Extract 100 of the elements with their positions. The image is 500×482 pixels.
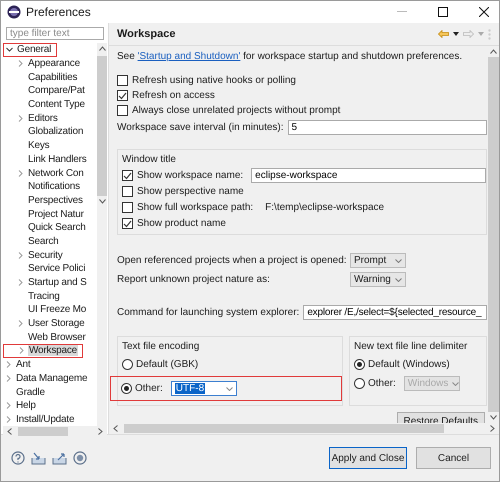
tree-item[interactable]: UI Freeze Mo bbox=[27, 304, 88, 316]
tree-item[interactable]: Quick Search bbox=[27, 222, 87, 234]
checkbox[interactable] bbox=[122, 202, 133, 213]
dropdown-icon[interactable] bbox=[453, 32, 459, 36]
tree-item[interactable]: Workspace bbox=[28, 345, 78, 356]
scroll-down-icon[interactable] bbox=[98, 199, 106, 204]
tree-item[interactable]: Ant bbox=[15, 359, 32, 370]
collapsed-chevron-icon[interactable] bbox=[5, 416, 12, 423]
checkbox[interactable] bbox=[122, 170, 133, 181]
workspace-path: F:\temp\eclipse-workspace bbox=[265, 202, 384, 213]
collapsed-chevron-icon[interactable] bbox=[17, 170, 24, 177]
collapsed-chevron-icon[interactable] bbox=[5, 374, 12, 382]
checkbox[interactable] bbox=[117, 90, 128, 101]
dropdown[interactable]: Prompt bbox=[350, 253, 406, 268]
tree-item[interactable]: Keys bbox=[27, 140, 50, 152]
tree-item[interactable]: Perspectives bbox=[27, 194, 84, 206]
close-icon[interactable] bbox=[479, 7, 489, 17]
tree-item[interactable]: Search bbox=[27, 236, 60, 247]
checkbox[interactable] bbox=[117, 105, 128, 116]
workspace-name-field[interactable]: eclipse-workspace bbox=[251, 168, 486, 183]
collapsed-chevron-icon[interactable] bbox=[5, 361, 12, 368]
tree-item[interactable]: Capabilities bbox=[27, 72, 78, 83]
collapsed-chevron-icon[interactable] bbox=[17, 114, 24, 122]
scroll-down-icon[interactable] bbox=[490, 415, 496, 420]
scroll-right-icon[interactable] bbox=[98, 428, 103, 435]
page-title: Workspace bbox=[117, 28, 176, 40]
tree-item[interactable]: Startup and S bbox=[27, 277, 88, 288]
tree-item[interactable]: Network Con bbox=[27, 168, 85, 179]
checkbox-label: Refresh using native hooks or polling bbox=[132, 75, 296, 86]
checkbox-label: Refresh on access bbox=[132, 90, 215, 101]
scroll-left-icon[interactable] bbox=[113, 425, 118, 432]
tree-item[interactable]: Project Natur bbox=[27, 208, 85, 220]
tree-item[interactable]: Help bbox=[15, 400, 37, 412]
scrollbar[interactable] bbox=[3, 426, 107, 436]
radio-button[interactable] bbox=[354, 359, 365, 370]
dropdown[interactable]: UTF-8 bbox=[170, 381, 237, 396]
tree-item[interactable]: Compare/Pat bbox=[27, 85, 86, 96]
tree-item[interactable]: Globalization bbox=[27, 126, 84, 138]
tree-item[interactable]: Appearance bbox=[27, 58, 81, 70]
radio-button[interactable] bbox=[121, 383, 132, 394]
scroll-left-icon[interactable] bbox=[7, 428, 12, 435]
export-icon[interactable] bbox=[52, 452, 67, 464]
maximize-icon[interactable] bbox=[438, 7, 448, 17]
collapsed-chevron-icon[interactable] bbox=[5, 402, 12, 410]
dropdown-label: Report unknown project nature as: bbox=[117, 274, 271, 285]
collapsed-chevron-icon[interactable] bbox=[17, 279, 24, 286]
tree-item[interactable]: Content Type bbox=[27, 99, 86, 110]
tree-item[interactable]: Web Browser bbox=[27, 332, 87, 343]
collapsed-chevron-icon[interactable] bbox=[17, 60, 24, 68]
startup-link[interactable]: 'Startup and Shutdown' bbox=[138, 51, 240, 62]
tree-item[interactable]: Editors bbox=[27, 112, 59, 124]
tree-item[interactable]: Service Polici bbox=[27, 263, 86, 274]
collapsed-chevron-icon[interactable] bbox=[18, 347, 25, 354]
group-title: Window title bbox=[122, 154, 177, 165]
radio-label: Default (Windows) bbox=[368, 359, 450, 370]
app-icon bbox=[7, 5, 21, 19]
checkbox-label: Show product name bbox=[137, 218, 226, 229]
radio-label: Other: bbox=[135, 383, 163, 394]
tree-item[interactable]: Security bbox=[27, 250, 64, 261]
dropdown[interactable]: Warning bbox=[350, 272, 406, 287]
caret-icon bbox=[452, 382, 460, 386]
tree-item[interactable]: Notifications bbox=[27, 181, 81, 192]
back-arrow-icon[interactable] bbox=[438, 30, 449, 38]
window-title: Preferences bbox=[26, 5, 91, 19]
tree-item[interactable]: Gradle bbox=[15, 386, 46, 398]
checkbox-label: Always close unrelated projects without prompt bbox=[132, 105, 340, 116]
dialog-button[interactable]: Cancel bbox=[416, 447, 491, 469]
import-icon[interactable] bbox=[31, 452, 46, 464]
scrollbar[interactable] bbox=[487, 46, 499, 423]
interval-field[interactable]: 5 bbox=[288, 120, 487, 135]
checkbox-label: Show perspective name bbox=[137, 186, 244, 197]
tree-item[interactable]: User Storage bbox=[27, 318, 86, 330]
caret-icon bbox=[395, 258, 402, 262]
checkbox[interactable] bbox=[122, 186, 133, 197]
tree-item[interactable]: Install/Update bbox=[15, 414, 76, 425]
tree-item[interactable]: Link Handlers bbox=[27, 154, 88, 165]
description-text: See 'Startup and Shutdown' for workspace startup and shutdown preferences. bbox=[117, 51, 464, 62]
filter-field[interactable]: type filter text bbox=[6, 27, 104, 40]
record-icon[interactable] bbox=[73, 451, 87, 465]
scroll-up-icon[interactable] bbox=[490, 49, 496, 54]
command-field[interactable]: explorer /E,/select=${selected_resource_ bbox=[303, 305, 487, 320]
group-title: New text file line delimiter bbox=[354, 341, 468, 352]
collapsed-chevron-icon[interactable] bbox=[17, 320, 24, 328]
radio-button[interactable] bbox=[122, 359, 133, 370]
dialog-button[interactable]: Apply and Close bbox=[329, 447, 407, 469]
checkbox-label: Show workspace name: bbox=[137, 170, 244, 181]
checkbox[interactable] bbox=[122, 218, 133, 229]
tree-item[interactable]: General bbox=[16, 44, 52, 56]
dropdown-label: Open referenced projects when a project is opened: bbox=[117, 255, 348, 266]
scroll-right-icon[interactable] bbox=[490, 425, 495, 432]
field-label: Workspace save interval (in minutes): bbox=[117, 122, 284, 133]
group-title: Text file encoding bbox=[122, 341, 200, 352]
expanded-chevron-icon[interactable] bbox=[6, 46, 13, 54]
scrollbar[interactable] bbox=[97, 43, 107, 426]
checkbox[interactable] bbox=[117, 75, 128, 86]
tree-item[interactable]: Data Manageme bbox=[15, 372, 88, 384]
scroll-up-icon[interactable] bbox=[98, 46, 106, 51]
tree-item[interactable]: Tracing bbox=[27, 290, 61, 302]
help-icon[interactable] bbox=[11, 451, 25, 465]
collapsed-chevron-icon[interactable] bbox=[17, 252, 24, 259]
